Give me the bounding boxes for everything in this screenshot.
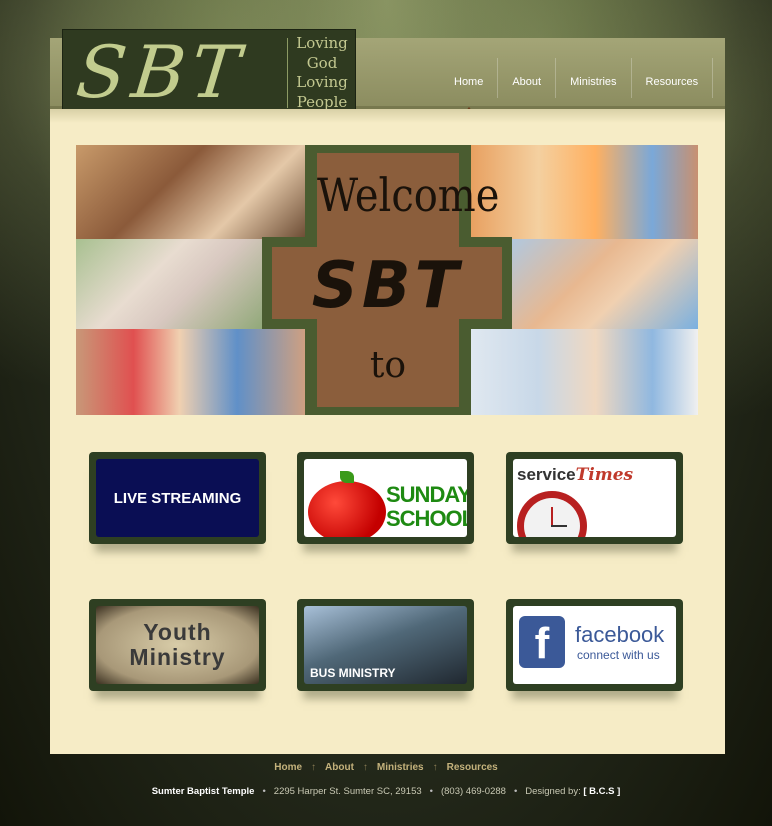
service-label: service <box>517 465 576 484</box>
service-times-image: serviceTimes <box>513 459 676 537</box>
nav-resources[interactable]: Resources <box>632 68 713 104</box>
footer-link-resources[interactable]: Resources <box>447 762 498 773</box>
apple-icon <box>308 481 386 537</box>
service-times-text: serviceTimes <box>517 465 633 485</box>
ministry-label: Ministry <box>129 644 226 670</box>
nav-ministries[interactable]: Ministries <box>556 68 630 104</box>
youth-label: Youth <box>143 619 212 645</box>
logo-divider <box>287 38 288 108</box>
bus-ministry-tile[interactable]: BUS MINISTRY <box>297 599 474 691</box>
sunday-label: SUNDAY <box>386 482 467 507</box>
welcome-banner: Welcome SBT to <box>76 145 698 415</box>
family-photo <box>76 145 306 239</box>
children-photo <box>470 145 698 239</box>
facebook-icon: f <box>519 616 565 668</box>
facebook-tile[interactable]: f facebook connect with us <box>506 599 683 691</box>
seniors-photo <box>76 239 264 329</box>
nav-separator <box>712 58 714 98</box>
youth-group-photo <box>76 329 306 415</box>
footer-phone: (803) 469-0288 <box>440 786 506 797</box>
footer-nav: Home ↑ About ↑ Ministries ↑ Resources <box>0 762 772 773</box>
footer-designed-label: Designed by: <box>525 786 581 797</box>
clock-icon <box>517 491 587 537</box>
footer-separator: ↑ <box>432 762 438 773</box>
sunday-school-tile[interactable]: SUNDAY SCHOOL <box>297 452 474 544</box>
live-streaming-label: LIVE STREAMING <box>113 489 242 507</box>
main-nav: Home About Ministries Resources <box>440 58 714 112</box>
footer-designer[interactable]: [ B.C.S ] <box>583 786 620 797</box>
live-streaming-tile[interactable]: LIVE STREAMING <box>89 452 266 544</box>
service-times-tile[interactable]: serviceTimes <box>506 452 683 544</box>
site-logo[interactable]: SBT Loving God Loving People <box>62 29 356 117</box>
school-label: SCHOOL <box>386 506 467 531</box>
times-label: Times <box>575 465 634 485</box>
banner-sbt: SBT <box>311 249 463 323</box>
facebook-image: f facebook connect with us <box>513 606 676 684</box>
logo-text: SBT <box>72 30 250 114</box>
bus-ministry-image: BUS MINISTRY <box>304 606 467 684</box>
live-streaming-image: LIVE STREAMING <box>96 459 259 537</box>
footer-link-about[interactable]: About <box>325 762 354 773</box>
family-house-photo <box>470 329 698 415</box>
logo-tagline: Loving God Loving People <box>291 34 353 112</box>
footer-separator: ↑ <box>311 762 317 773</box>
footer-info: Sumter Baptist Temple • 2295 Harper St. Su… <box>151 786 621 797</box>
sunday-school-text: SUNDAY SCHOOL <box>386 482 467 531</box>
tagline-line: Loving <box>296 34 348 52</box>
header-bar: SBT Loving God Loving People Home About … <box>50 29 725 117</box>
youth-ministry-tile[interactable]: Youth Ministry <box>89 599 266 691</box>
couple-photo <box>510 239 698 329</box>
footer-link-ministries[interactable]: Ministries <box>377 762 424 773</box>
footer-church-name: Sumter Baptist Temple <box>151 786 255 797</box>
bus-ministry-label: BUS MINISTRY <box>310 666 396 680</box>
tagline-line: God <box>306 53 338 72</box>
footer-address: 2295 Harper St. Sumter SC, 29153 <box>273 786 422 797</box>
header-shadow <box>50 109 725 123</box>
footer-separator: ↑ <box>362 762 368 773</box>
sunday-school-image: SUNDAY SCHOOL <box>304 459 467 537</box>
banner-welcome: Welcome <box>317 169 500 223</box>
tagline-line: Loving <box>296 73 348 91</box>
youth-ministry-image: Youth Ministry <box>96 606 259 684</box>
page-container: SBT Loving God Loving People Home About … <box>50 29 725 754</box>
facebook-title: facebook <box>575 622 665 647</box>
leaf-icon <box>340 471 354 483</box>
banner-to: to <box>369 345 407 386</box>
facebook-subtitle: connect with us <box>577 648 660 662</box>
footer-link-home[interactable]: Home <box>274 762 302 773</box>
nav-about[interactable]: About <box>498 68 555 104</box>
nav-home[interactable]: Home <box>440 68 497 112</box>
